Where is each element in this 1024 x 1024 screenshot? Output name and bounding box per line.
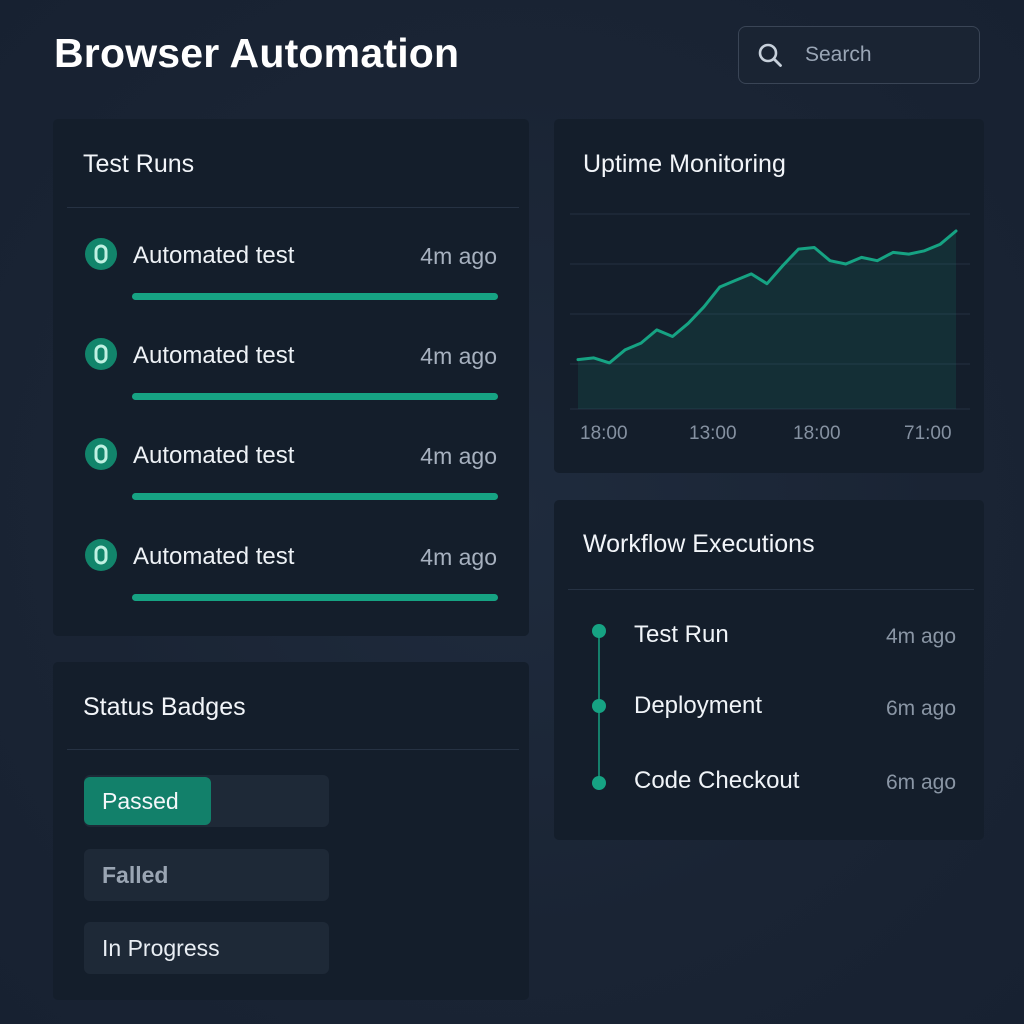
test-run-progress-fill: [132, 293, 498, 300]
test-run-status-icon: [85, 338, 117, 370]
test-run-time: 4m ago: [420, 443, 497, 469]
search-icon: [758, 43, 782, 67]
test-run-progress-fill: [132, 493, 498, 500]
x-tick-label: 18:00: [580, 423, 628, 444]
test-run-time: 4m ago: [420, 343, 497, 369]
x-tick-label: 18:00: [793, 423, 841, 444]
x-tick-label: 13:00: [689, 423, 737, 444]
search-box[interactable]: [738, 26, 980, 84]
workflow-title: Workflow Executions: [583, 530, 815, 558]
test-runs-title: Test Runs: [83, 150, 195, 178]
test-run-label: Automated test: [133, 242, 295, 269]
workflow-item-label[interactable]: Code Checkout: [634, 767, 799, 795]
test-run-status-icon: [85, 438, 117, 470]
uptime-panel: Uptime Monitoring 18:00 13:00 18:00 71:0…: [554, 119, 984, 473]
workflow-item-time: 6m ago: [885, 771, 956, 794]
test-run-label: Automated test: [133, 342, 295, 369]
test-run-status-icon: [85, 238, 117, 270]
test-run-time: 4m ago: [420, 544, 497, 570]
badge-failed-track[interactable]: Falled: [84, 849, 329, 901]
test-run-item[interactable]: Automated test 4m ago: [85, 236, 498, 300]
test-run-item[interactable]: Automated test 4m ago: [85, 537, 498, 601]
test-run-progress-bar: [132, 293, 498, 300]
test-run-item[interactable]: Automated test 4m ago: [85, 336, 498, 400]
test-run-progress-bar: [132, 493, 498, 500]
x-tick-label: 71:00: [904, 423, 952, 444]
page-title: Browser Automation: [54, 30, 460, 76]
panel-divider: [568, 589, 974, 590]
workflow-timeline-dot: [592, 776, 606, 790]
test-run-progress-bar: [132, 594, 498, 601]
search-input[interactable]: [803, 42, 957, 68]
workflow-item-label[interactable]: Deployment: [634, 692, 762, 720]
test-runs-panel: Test Runs Automated test 4m ago Automate…: [53, 119, 529, 636]
workflow-item-time: 4m ago: [885, 625, 956, 648]
test-run-status-icon: [85, 539, 117, 571]
workflow-item-time: 6m ago: [885, 697, 956, 720]
workflow-item-label[interactable]: Test Run: [634, 621, 729, 649]
badge-passed-track[interactable]: Passed: [84, 775, 329, 827]
workflow-panel: Workflow Executions Test Run 4m ago Depl…: [554, 500, 984, 840]
workflow-timeline-dot: [592, 624, 606, 638]
status-badges-title: Status Badges: [83, 693, 246, 721]
test-run-label: Automated test: [133, 543, 295, 570]
test-run-progress-fill: [132, 393, 498, 400]
status-badges-panel: Status Badges Passed Falled In Progress: [53, 662, 529, 1000]
chart-area: [578, 231, 956, 409]
workflow-timeline-dot: [592, 699, 606, 713]
status-badge-failed[interactable]: Falled: [84, 849, 186, 901]
test-run-item[interactable]: Automated test 4m ago: [85, 436, 498, 500]
status-badge-in-progress[interactable]: In Progress: [84, 922, 238, 974]
status-badge-passed[interactable]: Passed: [84, 777, 211, 825]
panel-divider: [67, 749, 519, 750]
panel-divider: [67, 207, 519, 208]
test-run-label: Automated test: [133, 442, 295, 469]
test-run-progress-fill: [132, 594, 498, 601]
test-run-time: 4m ago: [420, 243, 497, 269]
badge-in-progress-track[interactable]: In Progress: [84, 922, 329, 974]
uptime-chart: [570, 213, 970, 410]
test-run-progress-bar: [132, 393, 498, 400]
